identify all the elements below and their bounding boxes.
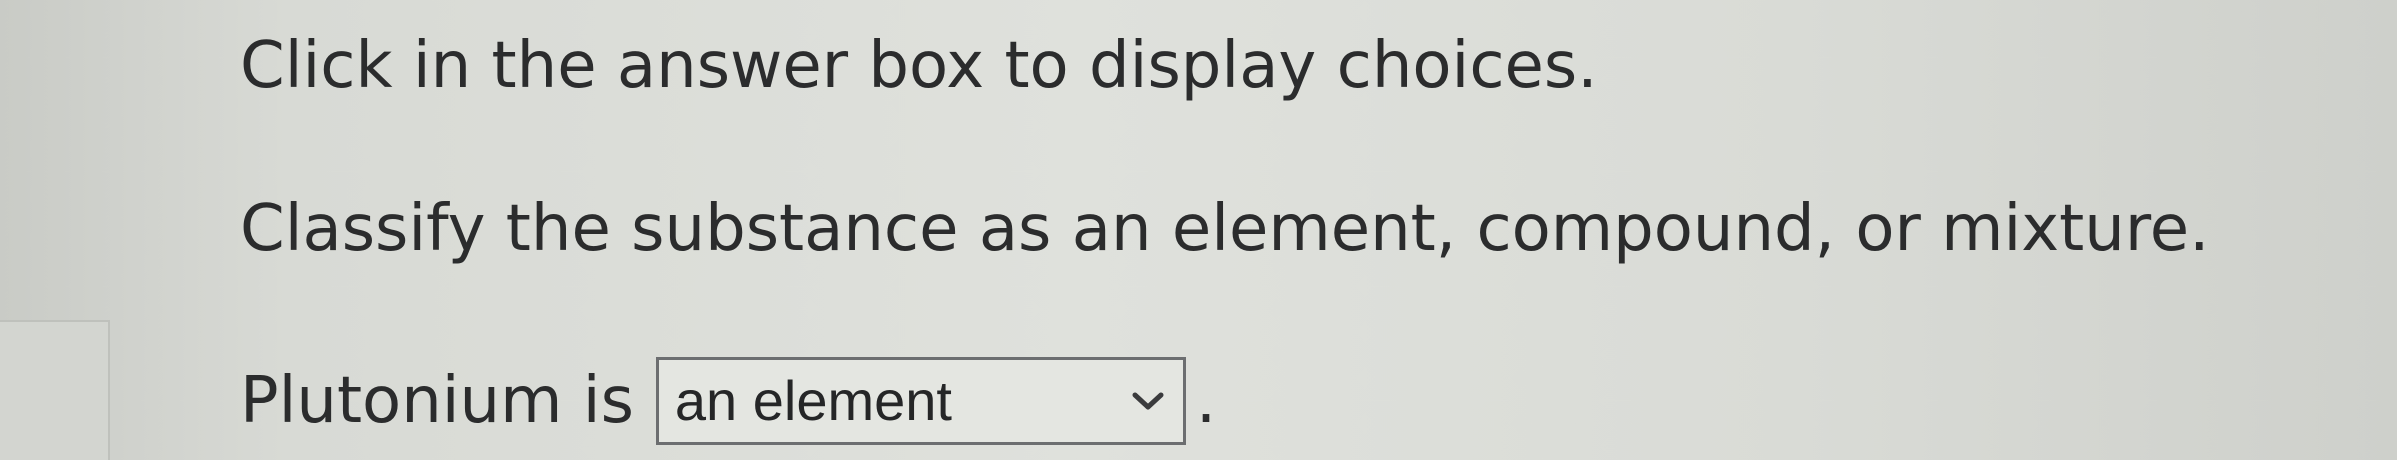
question-text: Classify the substance as an element, co… (240, 192, 2210, 266)
side-panel-edge (0, 320, 110, 460)
answer-dropdown[interactable]: an element (655, 357, 1186, 445)
answer-period: . (1195, 364, 1217, 438)
instruction-text: Click in the answer box to display choic… (240, 29, 1598, 103)
answer-selected-value: an element (674, 369, 952, 432)
chevron-down-icon (1131, 390, 1165, 412)
answer-prompt: Plutonium is (240, 364, 634, 438)
answer-line: Plutonium is an element . (240, 356, 1216, 446)
